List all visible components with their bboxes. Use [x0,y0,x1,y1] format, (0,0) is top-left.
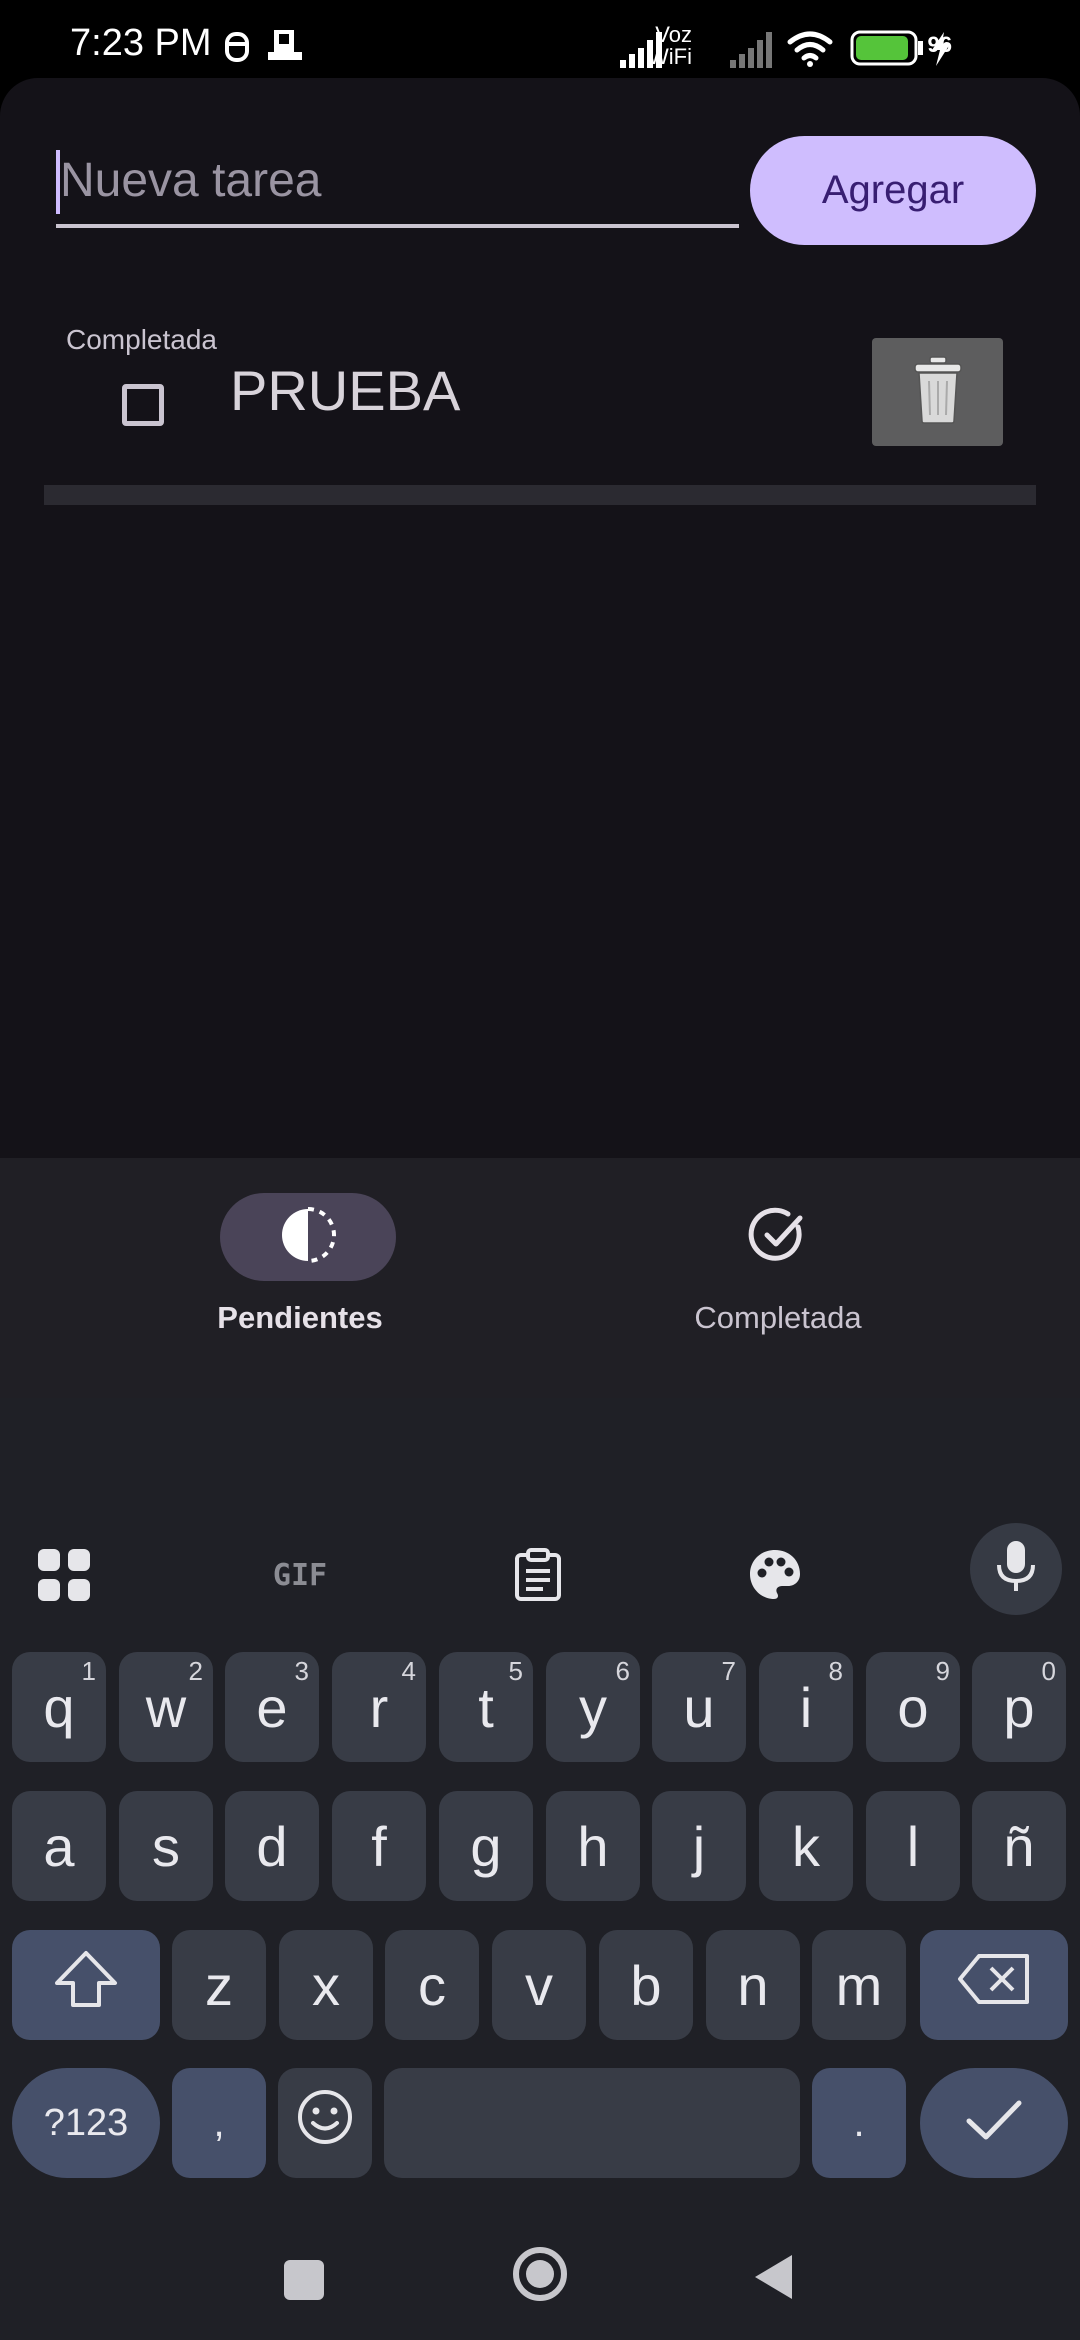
gif-icon[interactable]: GIF [260,1535,340,1615]
shift-key[interactable] [12,1930,160,2040]
key-hint: 7 [721,1656,736,1686]
system-navigation-bar [0,2210,1080,2340]
task-input[interactable] [56,136,739,228]
key-s[interactable]: s [119,1791,213,1901]
key-label: i [799,1675,813,1739]
key-hint: 6 [615,1656,630,1686]
trash-icon [913,355,963,429]
task-checkbox[interactable] [122,384,164,426]
delete-task-button[interactable] [872,338,1003,446]
key-label: q [43,1675,75,1739]
key-p[interactable]: p0 [972,1652,1066,1762]
nav-icon-wrap [690,1193,866,1281]
key-o[interactable]: o9 [866,1652,960,1762]
text-cursor [56,150,60,214]
gif-label: GIF [272,1557,328,1593]
backspace-icon [957,1953,1031,2018]
key-a[interactable]: a [12,1791,106,1901]
key-e[interactable]: e3 [225,1652,319,1762]
emoji-icon [296,2088,354,2159]
key-m[interactable]: m [812,1930,906,2040]
home-icon[interactable] [512,2246,568,2306]
key-n[interactable]: n [706,1930,800,2040]
key-h[interactable]: h [546,1791,640,1901]
key-d[interactable]: d [225,1791,319,1901]
key-label: o [897,1675,929,1739]
task-row: Completada PRUEBA [44,318,1036,468]
key-label: w [145,1675,187,1739]
key-hint: 5 [508,1656,523,1686]
key-c[interactable]: c [385,1930,479,2040]
key-y[interactable]: y6 [546,1652,640,1762]
status-time: 7:23 PM [70,22,212,64]
nav-item-completada[interactable]: Completada [620,1193,920,1343]
key-r[interactable]: r4 [332,1652,426,1762]
key-hint: 2 [188,1656,203,1686]
backspace-key[interactable] [920,1930,1068,2040]
enter-key[interactable] [920,2068,1068,2178]
emoji-key[interactable] [278,2068,372,2178]
key-g[interactable]: g [439,1791,533,1901]
carrier-label-bottom: WiFi [648,44,692,69]
key-label: e [256,1675,288,1739]
comma-key[interactable]: , [172,2068,266,2178]
nav-item-pendientes[interactable]: Pendientes [150,1193,450,1343]
key-v[interactable]: v [492,1930,586,2040]
task-title: PRUEBA [230,359,461,422]
key-label: r [369,1675,389,1739]
shift-icon [53,1949,119,2022]
checkmark-icon [964,2091,1024,2156]
palette-icon[interactable] [735,1535,815,1615]
recents-icon[interactable] [282,2258,326,2306]
clipboard-icon[interactable] [498,1535,578,1615]
mic-button[interactable] [970,1523,1062,1615]
key-hint: 1 [81,1656,96,1686]
alarm-icon [222,28,252,68]
key-f[interactable]: f [332,1791,426,1901]
key-ñ[interactable]: ñ [972,1791,1066,1901]
key-i[interactable]: i8 [759,1652,853,1762]
key-q[interactable]: q1 [12,1652,106,1762]
task-status-label: Completada [66,324,217,355]
key-x[interactable]: x [279,1930,373,2040]
back-icon[interactable] [752,2252,796,2306]
key-label: y [579,1675,607,1739]
key-hint: 9 [935,1656,950,1686]
key-label: u [683,1675,715,1739]
period-key[interactable]: . [812,2068,906,2178]
nav-indicator [220,1193,396,1281]
key-z[interactable]: z [172,1930,266,2040]
key-t[interactable]: t5 [439,1652,533,1762]
key-b[interactable]: b [599,1930,693,2040]
key-hint: 8 [828,1656,843,1686]
symbols-key[interactable]: ?123 [12,2068,160,2178]
contrast-icon [278,1205,338,1269]
key-l[interactable]: l [866,1791,960,1901]
space-key[interactable] [384,2068,800,2178]
key-hint: 3 [294,1656,309,1686]
key-label: t [478,1675,494,1739]
key-w[interactable]: w2 [119,1652,213,1762]
key-j[interactable]: j [652,1791,746,1901]
battery-level: 96 [927,32,952,57]
list-divider [44,485,1036,505]
key-label: p [1003,1675,1035,1739]
bottom-navigation: Pendientes Completada [0,1158,1080,1398]
check-circle-icon [748,1205,808,1269]
nav-label-pendientes: Pendientes [217,1300,383,1335]
mic-icon [993,1539,1039,1599]
nfc-icon [266,28,306,68]
key-u[interactable]: u7 [652,1652,746,1762]
add-button[interactable]: Agregar [750,136,1036,245]
key-k[interactable]: k [759,1791,853,1901]
key-hint: 0 [1041,1656,1056,1686]
key-hint: 4 [401,1656,416,1686]
apps-grid-icon[interactable] [24,1535,104,1615]
nav-label-completada: Completada [694,1300,862,1335]
task-input-wrap [56,136,739,232]
status-bar: 7:23 PM Voz WiFi 96 [0,0,1080,90]
